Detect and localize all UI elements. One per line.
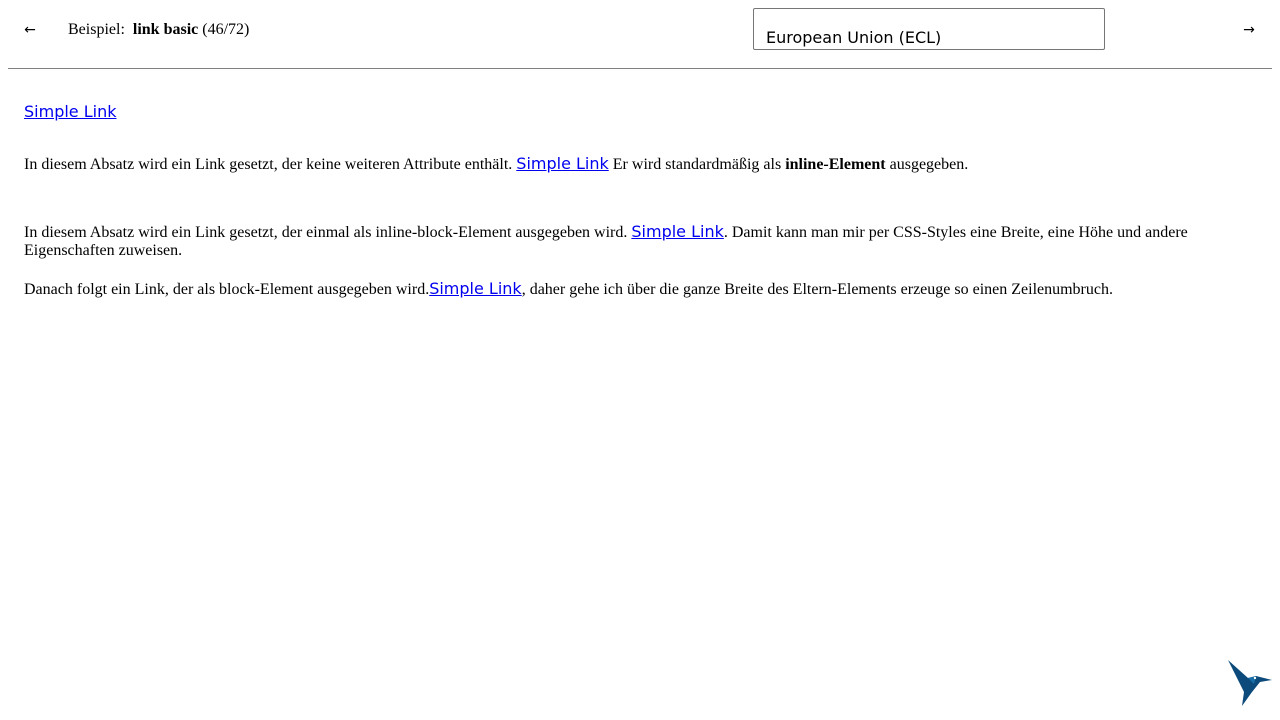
- p1-text-before: In diesem Absatz wird ein Link gesetzt, …: [24, 156, 517, 173]
- hummingbird-logo-icon: [1228, 660, 1272, 706]
- simple-link-inline-block[interactable]: Simple Link: [631, 223, 723, 241]
- simple-link-standalone[interactable]: Simple Link: [24, 100, 1256, 124]
- arrow-right-icon[interactable]: →: [1237, 20, 1261, 40]
- paragraph-inline-link: In diesem Absatz wird ein Link gesetzt, …: [24, 155, 1256, 174]
- p3-text-before: Danach folgt ein Link, der als block-Ele…: [24, 281, 430, 298]
- p1-text-middle: Er wird standardmäßig als: [608, 156, 786, 173]
- example-prefix: Beispiel:: [68, 21, 125, 38]
- p1-text-bold: inline-Element: [785, 156, 886, 173]
- simple-link-block[interactable]: Simple Link: [429, 279, 521, 298]
- p1-text-after: ausgegeben.: [885, 156, 969, 173]
- example-toolbar: ← Beispiel: link basic (46/72) European Un…: [8, 0, 1272, 69]
- theme-select[interactable]: European Union (ECL): [753, 8, 1105, 50]
- example-content: Simple Link In diesem Absatz wird ein Li…: [24, 100, 1256, 298]
- example-name: link basic: [132, 21, 199, 38]
- paragraph-block-link: Danach folgt ein Link, der als block-Ele…: [24, 280, 1256, 299]
- paragraph-inline-block-link: In diesem Absatz wird ein Link gesetzt, …: [24, 223, 1256, 260]
- example-title: Beispiel: link basic (46/72): [68, 21, 249, 39]
- theme-select-value: European Union (ECL): [766, 28, 942, 47]
- p2-text-before: In diesem Absatz wird ein Link gesetzt, …: [24, 224, 632, 241]
- arrow-left-icon[interactable]: ←: [18, 20, 42, 40]
- example-counter: (46/72): [202, 21, 250, 38]
- simple-link-inline[interactable]: Simple Link: [516, 154, 608, 173]
- p3-text-after: , daher gehe ich über die ganze Breite d…: [521, 281, 1113, 298]
